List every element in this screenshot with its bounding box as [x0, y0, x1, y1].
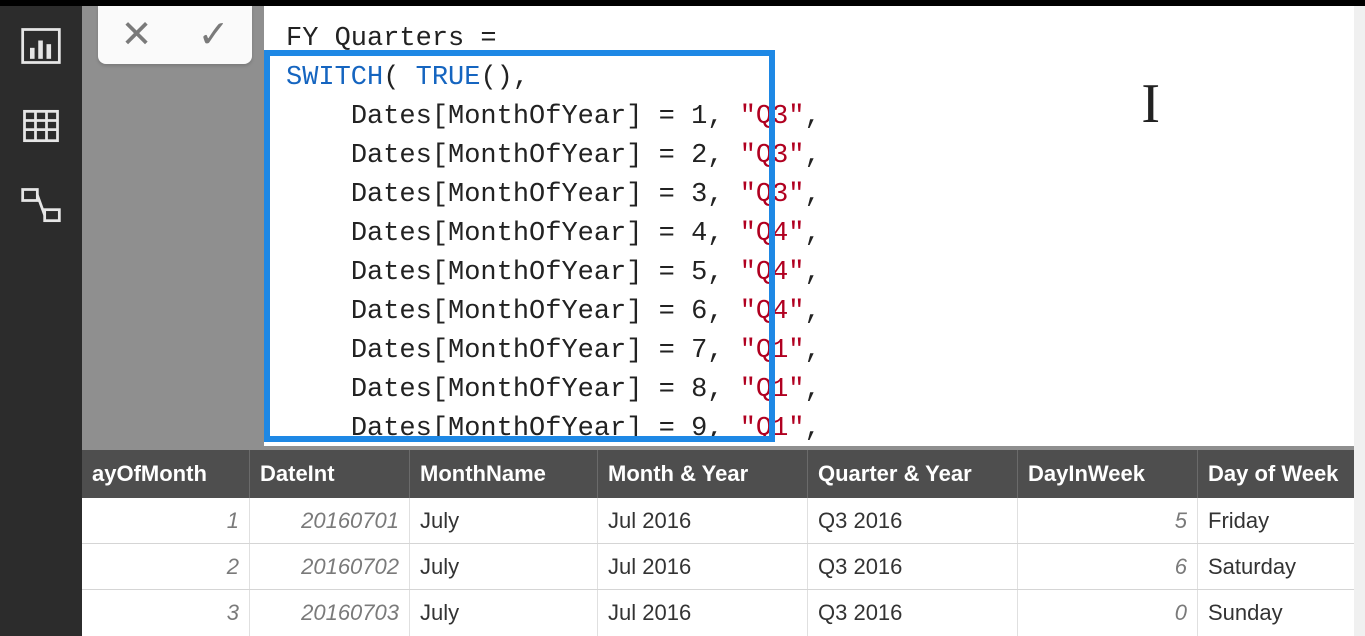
col-header-dayofmonth[interactable]: ayOfMonth	[82, 450, 250, 498]
scrollbar-vertical[interactable]	[1354, 6, 1365, 636]
col-header-quarteryear[interactable]: Quarter & Year	[808, 450, 1018, 498]
relationship-icon	[19, 184, 63, 228]
model-view-button[interactable]	[0, 166, 82, 246]
cell-dayinweek: 0	[1018, 590, 1198, 636]
formula-text[interactable]: FY Quarters = SWITCH( TRUE(), Dates[Mont…	[264, 6, 1365, 449]
cell-monthyear: Jul 2016	[598, 544, 808, 589]
table-row[interactable]: 2 20160702 July Jul 2016 Q3 2016 6 Satur…	[82, 544, 1365, 590]
cell-dayofweek: Sunday	[1198, 590, 1365, 636]
cancel-button[interactable]: ✕	[121, 16, 153, 54]
col-header-monthyear[interactable]: Month & Year	[598, 450, 808, 498]
view-nav-rail	[0, 6, 82, 636]
cell-monthname: July	[410, 498, 598, 543]
table-row[interactable]: 1 20160701 July Jul 2016 Q3 2016 5 Frida…	[82, 498, 1365, 544]
grid-header-row: ayOfMonth DateInt MonthName Month & Year…	[82, 450, 1365, 498]
cell-dayinweek: 5	[1018, 498, 1198, 543]
cell-monthname: July	[410, 544, 598, 589]
formula-action-capsule: ✕ ✓	[98, 6, 252, 64]
table-row[interactable]: 3 20160703 July Jul 2016 Q3 2016 0 Sunda…	[82, 590, 1365, 636]
formula-backdrop: ✕ ✓ FY Quarters = SWITCH( TRUE(), Dates[…	[82, 6, 1365, 450]
text-caret-icon: I	[1141, 72, 1160, 136]
cell-dateint: 20160703	[250, 590, 410, 636]
bar-chart-icon	[19, 24, 63, 68]
data-grid[interactable]: ayOfMonth DateInt MonthName Month & Year…	[82, 450, 1365, 636]
accept-button[interactable]: ✓	[198, 16, 230, 54]
table-grid-icon	[19, 104, 63, 148]
col-header-dateint[interactable]: DateInt	[250, 450, 410, 498]
data-view-button[interactable]	[0, 86, 82, 166]
cell-monthyear: Jul 2016	[598, 590, 808, 636]
cell-dayofweek: Friday	[1198, 498, 1365, 543]
cell-dateint: 20160702	[250, 544, 410, 589]
cell-qtr-year: Q3 2016	[808, 498, 1018, 543]
cell-dateint: 20160701	[250, 498, 410, 543]
cell-dayofmonth: 1	[82, 498, 250, 543]
col-header-dayofweek[interactable]: Day of Week	[1198, 450, 1365, 498]
cell-qtr-year: Q3 2016	[808, 590, 1018, 636]
cell-monthyear: Jul 2016	[598, 498, 808, 543]
cell-dayofmonth: 3	[82, 590, 250, 636]
cell-monthname: July	[410, 590, 598, 636]
cell-dayinweek: 6	[1018, 544, 1198, 589]
cell-qtr-year: Q3 2016	[808, 544, 1018, 589]
report-view-button[interactable]	[0, 6, 82, 86]
cell-dayofweek: Saturday	[1198, 544, 1365, 589]
formula-editor[interactable]: FY Quarters = SWITCH( TRUE(), Dates[Mont…	[264, 6, 1365, 446]
cell-dayofmonth: 2	[82, 544, 250, 589]
col-header-dayinweek[interactable]: DayInWeek	[1018, 450, 1198, 498]
col-header-monthname[interactable]: MonthName	[410, 450, 598, 498]
